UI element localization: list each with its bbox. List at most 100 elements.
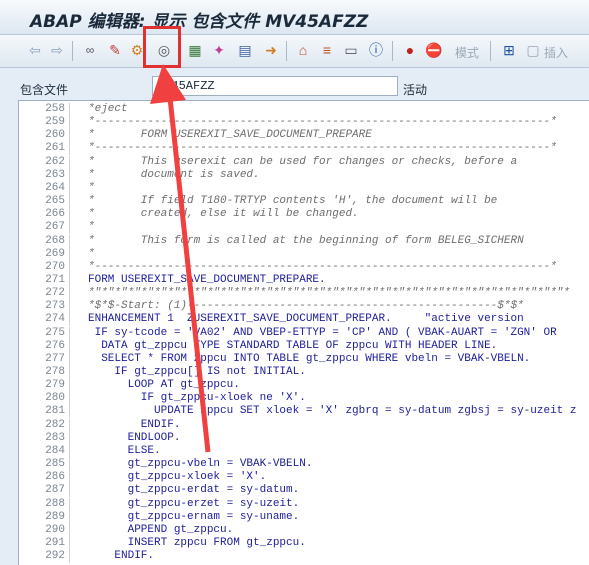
code-text: * document is saved. [88,168,260,181]
line-number: 287 [45,484,65,497]
line-number: 292 [45,550,65,563]
code-text: IF sy-tcode = 'VA02' AND VBEP-ETTYP = 'C… [88,326,557,339]
line-number: 273 [45,300,65,313]
export-icon[interactable]: ➜ [262,41,280,59]
magic-wand-icon[interactable]: ✦ [210,41,228,59]
line-gutter [69,536,88,550]
code-line[interactable]: 288 gt_zppcu-erzet = sy-uzeit. [19,497,589,511]
line-gutter [69,405,88,419]
table-icon[interactable]: ▭ [342,41,360,59]
code-line[interactable]: 284 ELSE. [19,444,589,458]
code-line[interactable]: 275 IF sy-tcode = 'VA02' AND VBEP-ETTYP … [19,326,589,340]
code-line[interactable]: 267 * [19,221,589,235]
line-gutter [69,142,88,156]
code-line[interactable]: 291 INSERT zppcu FROM gt_zppcu. [19,536,589,550]
toolbar-separator [490,41,491,61]
line-number: 258 [45,103,65,115]
code-line[interactable]: 273 *$*$-Start: (1)----------------------… [19,300,589,314]
stop-icon[interactable]: ⛔ [425,41,443,59]
code-line[interactable]: 258 *eject [19,103,589,116]
code-line[interactable]: 259 *------------------------------------… [19,116,589,130]
back-icon[interactable]: ⇦ [26,41,44,59]
code-line[interactable]: 262 * This userexit can be used for chang… [19,155,589,169]
stack-icon[interactable]: ≡ [318,41,336,59]
code-line[interactable]: 279 LOOP AT gt_zppcu. [19,379,589,393]
code-line[interactable]: 263 * document is saved. [19,168,589,182]
line-gutter [69,431,88,445]
code-line[interactable]: 272 *"*"*"*"*"*"*"*"*"*"*"*"*"*"*"*"*"*"*… [19,287,589,301]
window-title: ABAP 编辑器: 显示 包含文件 MV45AFZZ [30,12,369,32]
line-number: 274 [45,313,65,326]
line-gutter [69,234,88,248]
line-number: 277 [45,352,65,365]
object-list-icon[interactable]: ▦ [186,41,204,59]
code-line[interactable]: 292 ENDIF. [19,550,589,564]
code-text: gt_zppcu-xloek = 'X'. [88,471,267,484]
line-gutter [69,326,88,340]
code-line[interactable]: 283 ENDLOOP. [19,431,589,445]
code-line[interactable]: 266 * created, else it will be changed. [19,208,589,222]
code-line[interactable]: 269 * [19,247,589,261]
code-text: *eject [88,103,128,115]
code-line[interactable]: 264 * [19,181,589,195]
line-number: 268 [45,234,65,247]
code-line[interactable]: 289 gt_zppcu-ernam = sy-uname. [19,510,589,524]
code-text: *---------------------------------------… [88,142,557,155]
toolbar-separator [392,41,393,61]
code-line[interactable]: 282 ENDIF. [19,418,589,432]
glasses-icon[interactable]: ∞ [81,41,99,59]
highlight-box [143,26,181,68]
line-gutter [69,116,88,130]
line-number: 282 [45,418,65,431]
hierarchy-icon[interactable]: ⌂ [294,41,312,59]
mode-label[interactable]: 模式 [455,44,479,61]
code-line[interactable]: 280 IF gt_zppcu-xloek ne 'X'. [19,392,589,406]
code-line[interactable]: 286 gt_zppcu-xloek = 'X'. [19,471,589,485]
line-gutter [69,523,88,537]
code-editor[interactable]: 258 *eject 259 *---------------------------… [18,100,589,565]
code-text: gt_zppcu-erzet = sy-uzeit. [88,497,300,510]
forward-icon[interactable]: ⇨ [48,41,66,59]
status-label: 活动 [403,83,428,97]
line-gutter [69,313,88,327]
code-line[interactable]: 287 gt_zppcu-erdat = sy-datum. [19,484,589,498]
line-number: 265 [45,195,65,208]
code-line[interactable]: 278 IF gt_zppcu[] IS not INITIAL. [19,366,589,379]
code-text: gt_zppcu-vbeln = VBAK-VBELN. [88,458,313,471]
code-line[interactable]: 268 * This form is called at the beginnin… [19,234,589,248]
code-line[interactable]: 261 *------------------------------------… [19,142,589,156]
code-line[interactable]: 271 FORM USEREXIT_SAVE_DOCUMENT_PREPARE. [19,273,589,287]
code-line[interactable]: 260 * FORM USEREXIT_SAVE_DOCUMENT_PREPARE [19,129,589,143]
info-icon[interactable]: ⓘ [367,41,385,59]
code-line[interactable]: 276 DATA gt_zppcu TYPE STANDARD TABLE OF… [19,339,589,353]
insert-label[interactable]: 插入 [544,44,568,61]
code-line[interactable]: 281 UPDATE zppcu SET xloek = 'X' zgbrq =… [19,405,589,419]
code-line[interactable]: 277 SELECT * FROM zppcu INTO TABLE gt_zp… [19,352,589,366]
code-line[interactable]: 290 APPEND gt_zppcu. [19,523,589,537]
insert-line-icon[interactable]: ▢ [524,41,542,59]
code-line[interactable]: 265 * If field T180-TRTYP contents 'H', t… [19,195,589,209]
pattern-icon[interactable]: ✎ [106,41,124,59]
line-number: 283 [45,431,65,444]
line-number: 289 [45,510,65,523]
line-gutter [69,392,88,406]
line-gutter [69,366,88,379]
info-row: 包含文件 MV45AFZZ 活动 [0,72,589,100]
print-icon[interactable]: ▤ [236,41,254,59]
code-line[interactable]: 274 ENHANCEMENT 1 ZUSEREXIT_SAVE_DOCUMENT… [19,313,589,327]
code-line[interactable]: 270 *------------------------------------… [19,260,589,274]
code-text: LOOP AT gt_zppcu. [88,379,240,392]
line-number: 263 [45,168,65,181]
include-name-field[interactable]: MV45AFZZ [152,76,398,96]
line-number: 281 [45,405,65,418]
code-text: * [88,247,95,260]
line-number: 276 [45,339,65,352]
breakpoint-icon[interactable]: ● [401,41,419,59]
line-gutter [69,300,88,314]
insert-icon[interactable]: ⊞ [500,41,518,59]
code-text: * If field T180-TRTYP contents 'H', the … [88,195,498,208]
code-text: UPDATE zppcu SET xloek = 'X' zgbrq = sy-… [88,405,577,418]
title-bar: ABAP 编辑器: 显示 包含文件 MV45AFZZ [0,0,589,35]
code-text: ENDLOOP. [88,431,181,444]
code-line[interactable]: 285 gt_zppcu-vbeln = VBAK-VBELN. [19,458,589,472]
